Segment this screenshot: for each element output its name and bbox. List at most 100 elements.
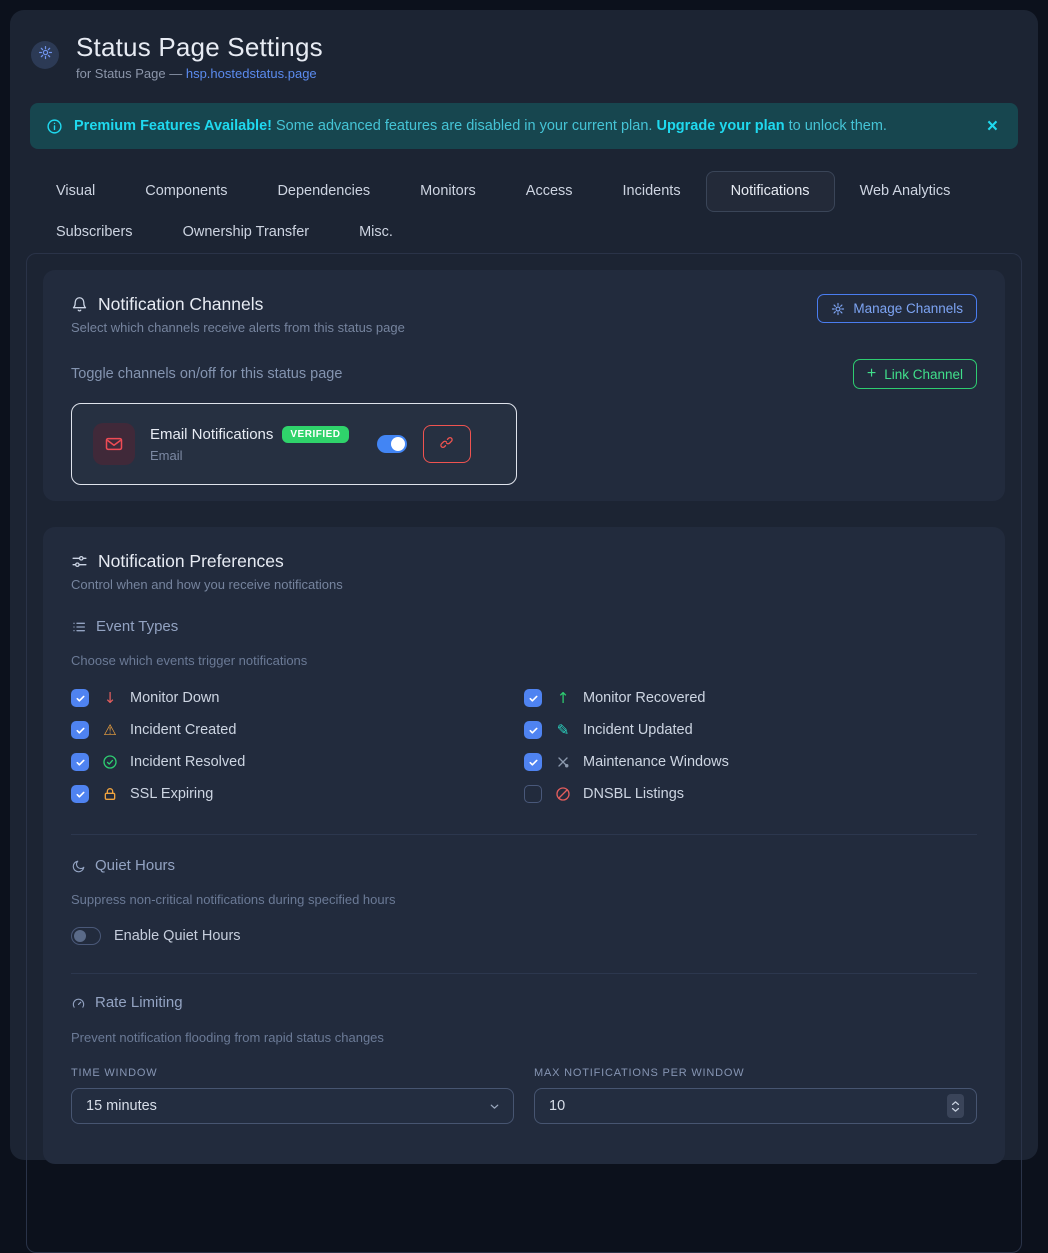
divider bbox=[71, 834, 977, 835]
event-label: Incident Resolved bbox=[130, 754, 245, 770]
ban-icon bbox=[553, 786, 573, 802]
email-icon bbox=[93, 423, 135, 465]
checkbox-checked[interactable] bbox=[71, 753, 89, 771]
notifications-tab-content: Notification Channels Select which chann… bbox=[26, 253, 1022, 1253]
manage-channels-button[interactable]: Manage Channels bbox=[817, 294, 977, 323]
event-label: Incident Updated bbox=[583, 722, 693, 738]
gear-avatar bbox=[31, 41, 59, 69]
divider bbox=[71, 973, 977, 974]
quiet-hours-subtitle: Suppress non-critical notifications duri… bbox=[71, 892, 977, 907]
event-label: SSL Expiring bbox=[130, 786, 213, 802]
checkbox-checked[interactable] bbox=[71, 689, 89, 707]
tab-notifications[interactable]: Notifications bbox=[706, 171, 835, 212]
bell-icon bbox=[71, 296, 88, 313]
time-window-field: TIME WINDOW 15 minutes bbox=[71, 1067, 514, 1124]
tab-subscribers[interactable]: Subscribers bbox=[31, 212, 158, 253]
gauge-icon bbox=[71, 996, 86, 1011]
tab-ownership-transfer[interactable]: Ownership Transfer bbox=[158, 212, 335, 253]
quiet-hours-toggle[interactable] bbox=[71, 927, 101, 945]
list-icon bbox=[71, 619, 87, 635]
quiet-hours-title: Quiet Hours bbox=[95, 857, 175, 875]
event-types-title-row: Event Types bbox=[71, 618, 977, 636]
banner-suffix: to unlock them. bbox=[785, 118, 887, 134]
warning-icon: ⚠ bbox=[100, 723, 120, 738]
tabs: VisualComponentsDependenciesMonitorsAcce… bbox=[26, 171, 1022, 253]
arrow-up-icon: ↑ bbox=[553, 691, 573, 706]
event-row: ↑ Monitor Recovered bbox=[524, 688, 977, 708]
preferences-title-row: Notification Preferences bbox=[71, 551, 977, 571]
sliders-icon bbox=[71, 553, 88, 570]
tab-incidents[interactable]: Incidents bbox=[598, 171, 706, 212]
event-row: ✎ Incident Updated bbox=[524, 720, 977, 740]
page-subtitle: for Status Page — hsp.hostedstatus.page bbox=[76, 66, 323, 81]
channel-type: Email bbox=[150, 448, 349, 463]
rate-limiting-title-row: Rate Limiting bbox=[71, 994, 977, 1012]
event-row: DNSBL Listings bbox=[524, 784, 977, 804]
plus-icon: + bbox=[867, 366, 876, 382]
checkbox-checked[interactable] bbox=[524, 721, 542, 739]
tab-misc[interactable]: Misc. bbox=[334, 212, 418, 253]
banner-message: Premium Features Available! Some advance… bbox=[74, 118, 887, 134]
max-notifications-input[interactable]: 10 bbox=[534, 1088, 977, 1124]
preferences-title: Notification Preferences bbox=[98, 551, 284, 571]
event-row: SSL Expiring bbox=[71, 784, 524, 804]
email-channel-toggle[interactable] bbox=[377, 435, 407, 453]
gear-icon bbox=[38, 45, 53, 65]
time-window-select[interactable]: 15 minutes bbox=[71, 1088, 514, 1124]
tab-components[interactable]: Components bbox=[120, 171, 252, 212]
max-notifications-field: MAX NOTIFICATIONS PER WINDOW 10 bbox=[534, 1067, 977, 1124]
checkbox-checked[interactable] bbox=[524, 753, 542, 771]
tab-dependencies[interactable]: Dependencies bbox=[252, 171, 395, 212]
banner-body: Some advanced features are disabled in y… bbox=[272, 118, 656, 134]
page-title: Status Page Settings bbox=[76, 32, 323, 62]
lock-icon bbox=[100, 786, 120, 802]
event-row: ⚠ Incident Created bbox=[71, 720, 524, 740]
event-row: Incident Resolved bbox=[71, 752, 524, 772]
pencil-icon: ✎ bbox=[553, 723, 573, 738]
tab-web-analytics[interactable]: Web Analytics bbox=[835, 171, 976, 212]
rate-limiting-subtitle: Prevent notification flooding from rapid… bbox=[71, 1030, 977, 1045]
event-label: Incident Created bbox=[130, 722, 236, 738]
tab-monitors[interactable]: Monitors bbox=[395, 171, 501, 212]
max-notifications-label: MAX NOTIFICATIONS PER WINDOW bbox=[534, 1067, 977, 1079]
notification-channels-card: Notification Channels Select which chann… bbox=[43, 270, 1005, 501]
event-types-title: Event Types bbox=[96, 618, 178, 636]
checkbox-checked[interactable] bbox=[71, 785, 89, 803]
status-page-settings-panel: Status Page Settings for Status Page — h… bbox=[10, 10, 1038, 1160]
quiet-hours-toggle-label: Enable Quiet Hours bbox=[114, 928, 241, 944]
link-channel-button[interactable]: + Link Channel bbox=[853, 359, 977, 389]
upgrade-plan-link[interactable]: Upgrade your plan bbox=[656, 118, 784, 134]
page-header: Status Page Settings for Status Page — h… bbox=[10, 10, 1038, 81]
event-label: Monitor Down bbox=[130, 690, 219, 706]
chevron-down-icon bbox=[488, 1100, 501, 1113]
tools-icon bbox=[553, 754, 573, 770]
tab-visual[interactable]: Visual bbox=[31, 171, 120, 212]
manage-channels-label: Manage Channels bbox=[853, 301, 963, 316]
arrow-down-icon: ↓ bbox=[100, 691, 120, 706]
checkbox-checked[interactable] bbox=[524, 689, 542, 707]
number-stepper[interactable] bbox=[947, 1094, 964, 1118]
status-page-link[interactable]: hsp.hostedstatus.page bbox=[186, 66, 317, 81]
banner-bold: Premium Features Available! bbox=[74, 118, 272, 134]
event-types-subtitle: Choose which events trigger notification… bbox=[71, 653, 977, 668]
close-icon[interactable]: × bbox=[983, 115, 1002, 138]
moon-icon bbox=[71, 859, 86, 874]
events-grid: ↓ Monitor Down ↑ Monitor Recovered ⚠ Incident… bbox=[71, 688, 977, 804]
rate-limiting-title: Rate Limiting bbox=[95, 994, 183, 1012]
checkbox-checked[interactable] bbox=[71, 721, 89, 739]
premium-banner: Premium Features Available! Some advance… bbox=[30, 103, 1018, 149]
event-label: DNSBL Listings bbox=[583, 786, 684, 802]
unlink-channel-button[interactable] bbox=[423, 425, 471, 463]
verified-badge: VERIFIED bbox=[282, 426, 348, 443]
max-notifications-value: 10 bbox=[549, 1098, 565, 1114]
link-channel-label: Link Channel bbox=[884, 367, 963, 382]
event-label: Monitor Recovered bbox=[583, 690, 706, 706]
channels-subtitle: Select which channels receive alerts fro… bbox=[71, 320, 405, 335]
checkbox-unchecked[interactable] bbox=[524, 785, 542, 803]
event-row: ↓ Monitor Down bbox=[71, 688, 524, 708]
toggle-channels-hint: Toggle channels on/off for this status p… bbox=[71, 366, 342, 382]
tab-access[interactable]: Access bbox=[501, 171, 598, 212]
event-row: Maintenance Windows bbox=[524, 752, 977, 772]
email-channel-card: Email Notifications VERIFIED Email bbox=[71, 403, 517, 485]
info-icon bbox=[46, 118, 63, 135]
